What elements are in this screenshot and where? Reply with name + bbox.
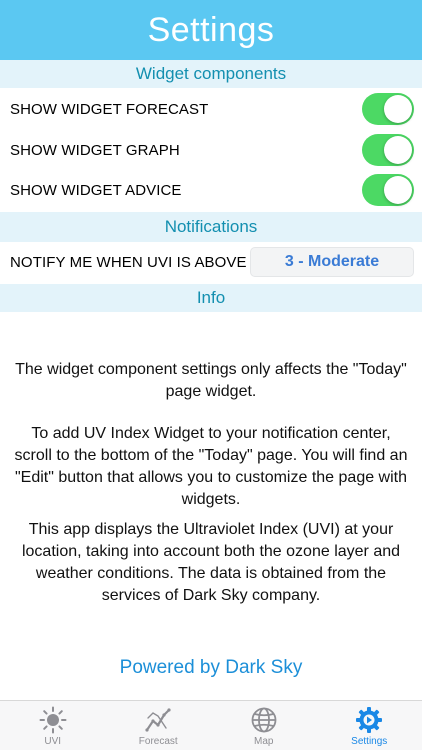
toggle-knob: [384, 95, 412, 123]
globe-icon: [251, 707, 277, 733]
tab-label: Forecast: [138, 736, 178, 747]
uvi-threshold-select[interactable]: 3 - Moderate: [250, 247, 414, 277]
info-paragraph-how-to-add: To add UV Index Widget to your notificat…: [14, 425, 408, 508]
setting-row-widget-advice: SHOW WIDGET ADVICE: [0, 170, 422, 210]
setting-label: SHOW WIDGET ADVICE: [10, 181, 182, 199]
section-title: Widget components: [135, 64, 287, 83]
info-paragraph-about: This app displays the Ultraviolet Index …: [21, 521, 401, 604]
tab-bar: UVI Forecast Map Settings: [0, 700, 422, 750]
setting-label: SHOW WIDGET GRAPH: [10, 141, 180, 159]
section-header-widget-components: Widget components: [0, 60, 422, 88]
tab-label: UVI: [44, 736, 62, 747]
chart-icon: [145, 708, 171, 732]
widget-forecast-toggle[interactable]: [362, 93, 414, 125]
tab-uvi[interactable]: UVI: [0, 701, 106, 750]
tab-label: Settings: [351, 736, 388, 747]
nav-header: Settings: [0, 0, 422, 60]
tab-settings[interactable]: Settings: [317, 701, 422, 750]
section-header-notifications: Notifications: [0, 212, 422, 242]
setting-row-widget-forecast: SHOW WIDGET FORECAST: [0, 89, 422, 129]
powered-by-link[interactable]: Powered by Dark Sky: [0, 657, 422, 679]
gear-icon: [356, 707, 383, 733]
section-header-info: Info: [0, 284, 422, 312]
section-title: Notifications: [164, 217, 258, 236]
widget-graph-toggle[interactable]: [362, 134, 414, 166]
info-paragraph-widget: The widget component settings only affec…: [15, 361, 407, 400]
setting-row-widget-graph: SHOW WIDGET GRAPH: [0, 130, 422, 170]
section-title: Info: [196, 288, 226, 307]
page-title: Settings: [147, 10, 275, 49]
sun-icon: [39, 706, 67, 734]
setting-label: NOTIFY ME WHEN UVI IS ABOVE: [10, 253, 247, 271]
widget-advice-toggle[interactable]: [362, 174, 414, 206]
tab-label: Map: [254, 736, 274, 747]
tab-forecast[interactable]: Forecast: [106, 701, 212, 750]
toggle-knob: [384, 136, 412, 164]
toggle-knob: [384, 176, 412, 204]
setting-row-notify-threshold: NOTIFY ME WHEN UVI IS ABOVE 3 - Moderate: [0, 242, 422, 282]
setting-label: SHOW WIDGET FORECAST: [10, 100, 209, 118]
tab-map[interactable]: Map: [211, 701, 317, 750]
